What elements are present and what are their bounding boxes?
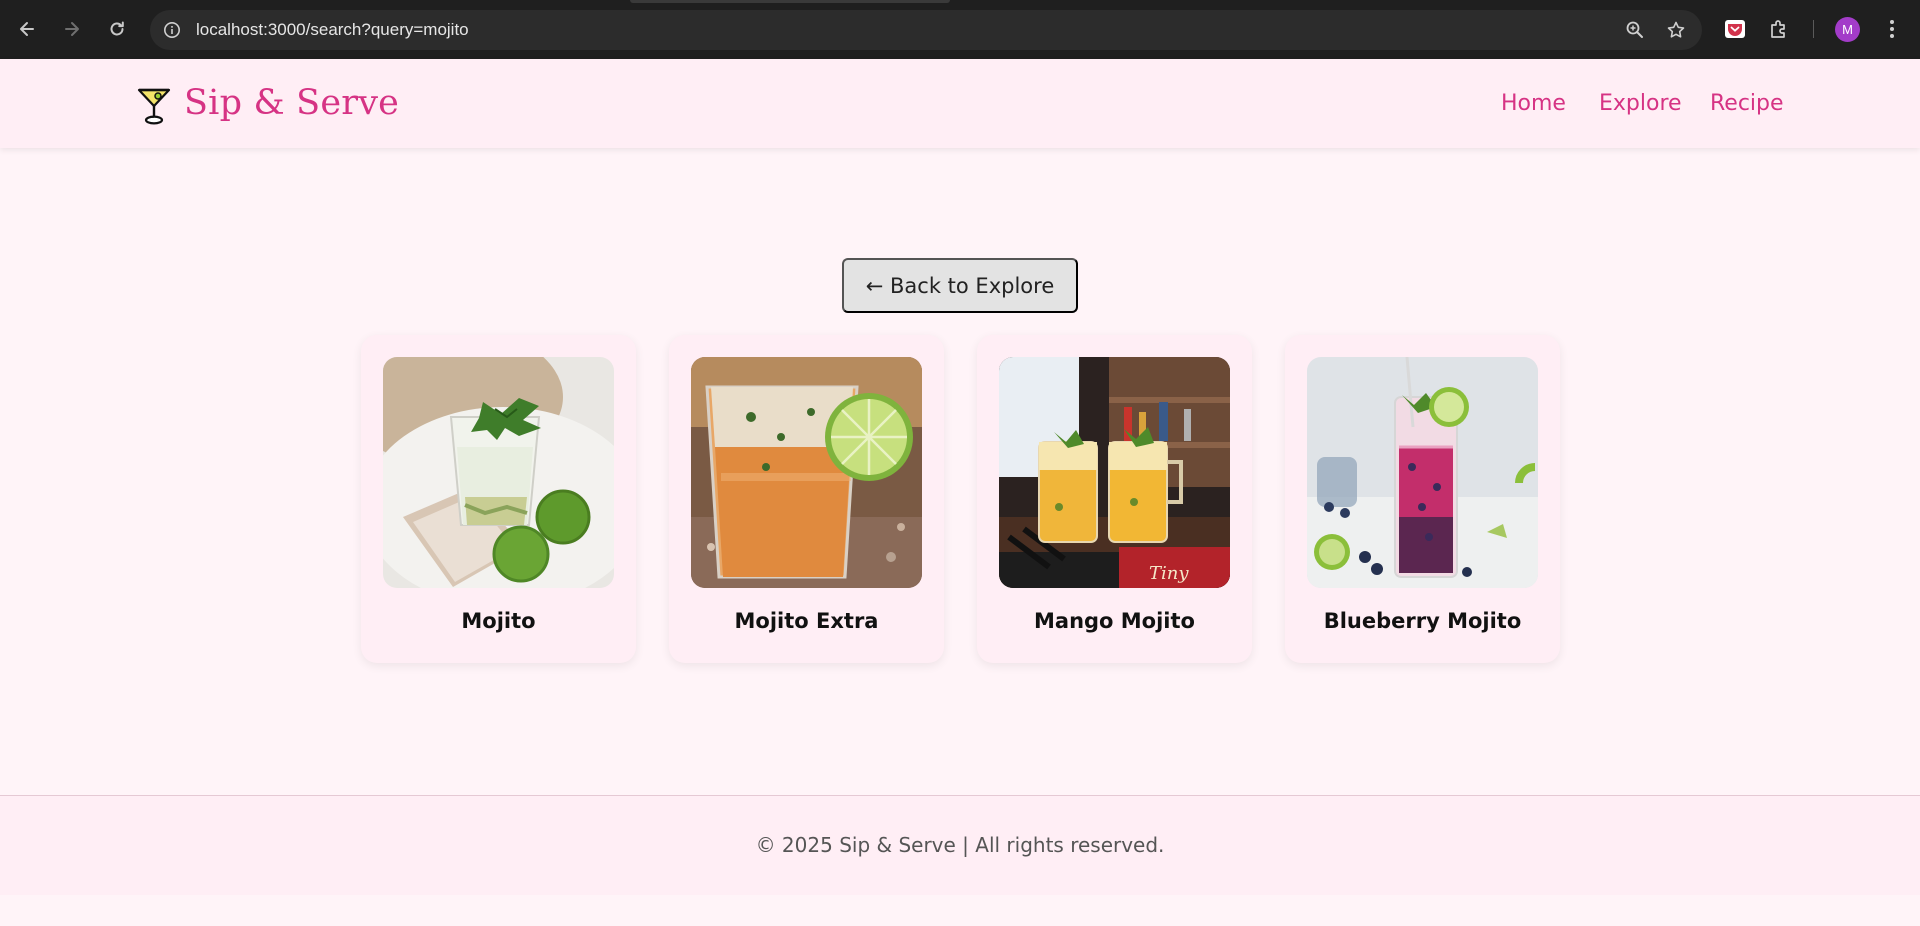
site-header: Sip & Serve Home Explore Recipe xyxy=(0,59,1920,148)
nav-link-explore[interactable]: Explore xyxy=(1599,91,1682,116)
address-bar[interactable]: localhost:3000/search?query=mojito xyxy=(150,10,1702,50)
reload-icon[interactable] xyxy=(102,14,132,44)
site-info-icon[interactable] xyxy=(160,18,184,42)
result-card[interactable]: Tiny Mango Mojito xyxy=(977,335,1252,663)
menu-kebab-icon[interactable] xyxy=(1881,18,1903,40)
profile-avatar[interactable]: M xyxy=(1835,17,1860,42)
result-card[interactable]: Mojito Extra xyxy=(669,335,944,663)
copyright-text: © 2025 Sip & Serve | All rights reserved… xyxy=(755,833,1165,857)
drink-image[interactable] xyxy=(1307,357,1538,588)
svg-text:Tiny: Tiny xyxy=(1149,563,1189,584)
back-to-explore-button[interactable]: ← Back to Explore xyxy=(842,258,1078,313)
zoom-icon[interactable] xyxy=(1624,19,1646,41)
toolbar-divider xyxy=(1813,20,1814,38)
result-card[interactable]: Mojito xyxy=(361,335,636,663)
cocktail-glass-icon[interactable] xyxy=(136,86,172,126)
drink-name[interactable]: Mojito xyxy=(361,609,636,633)
drink-name[interactable]: Mojito Extra xyxy=(669,609,944,633)
back-arrow-icon[interactable] xyxy=(12,14,42,44)
bookmark-star-icon[interactable] xyxy=(1665,19,1687,41)
extension-pocket-icon[interactable] xyxy=(1724,18,1746,40)
nav-link-home[interactable]: Home xyxy=(1501,91,1566,116)
tab-indicator xyxy=(630,0,950,3)
nav-link-recipe[interactable]: Recipe xyxy=(1710,91,1784,116)
url-text[interactable]: localhost:3000/search?query=mojito xyxy=(196,20,469,40)
drink-name[interactable]: Mango Mojito xyxy=(977,609,1252,633)
forward-arrow-icon[interactable] xyxy=(57,14,87,44)
extensions-puzzle-icon[interactable] xyxy=(1768,18,1790,40)
drink-image[interactable] xyxy=(691,357,922,588)
drink-image[interactable]: Tiny xyxy=(999,357,1230,588)
result-card[interactable]: Blueberry Mojito xyxy=(1285,335,1560,663)
drink-image[interactable] xyxy=(383,357,614,588)
brand-logo-text[interactable]: Sip & Serve xyxy=(184,83,399,123)
browser-toolbar: localhost:3000/search?query=mojito M xyxy=(0,0,1920,59)
drink-name[interactable]: Blueberry Mojito xyxy=(1285,609,1560,633)
site-footer: © 2025 Sip & Serve | All rights reserved… xyxy=(0,795,1920,895)
